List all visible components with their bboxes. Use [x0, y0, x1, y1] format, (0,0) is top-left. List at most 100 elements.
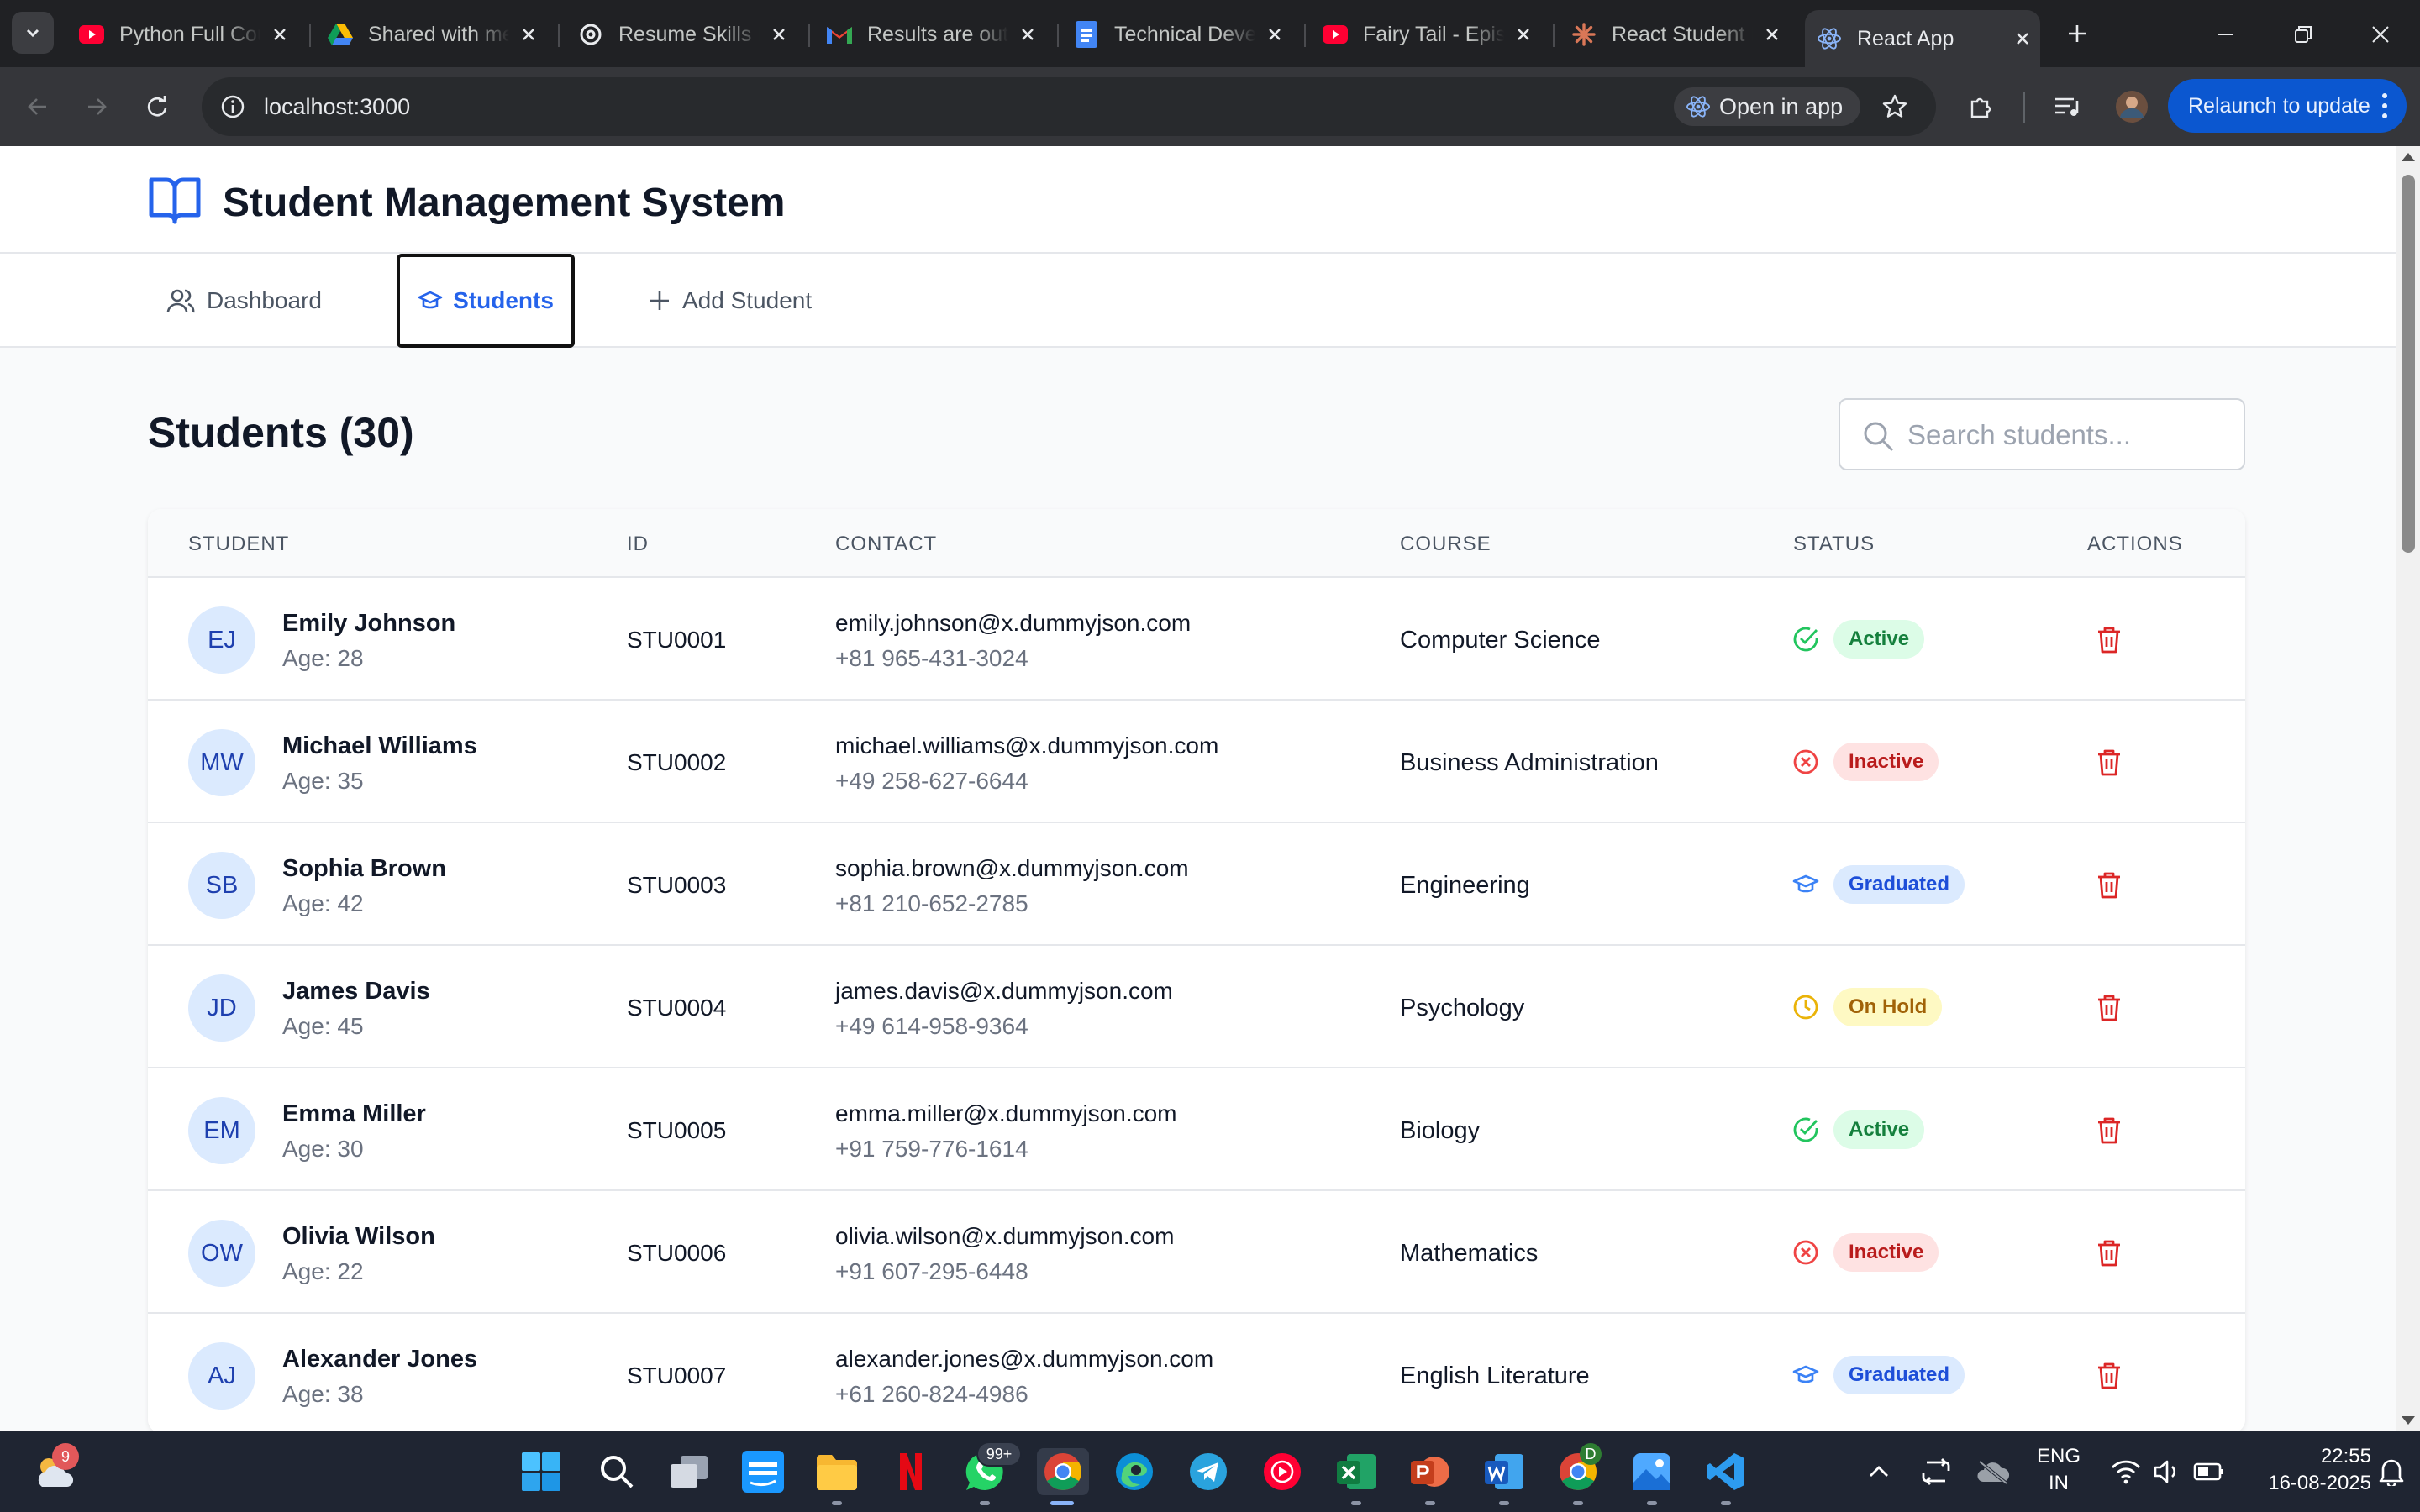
delete-button[interactable] [2092, 1114, 2126, 1147]
table-row[interactable]: EM Emma Miller Age: 30 STU0005 emma.mill… [148, 1067, 2245, 1189]
vscode-icon [1707, 1453, 1744, 1490]
nav-dashboard[interactable]: Dashboard [166, 254, 322, 348]
delete-button[interactable] [2092, 746, 2126, 780]
back-button[interactable] [17, 86, 59, 128]
scroll-down-arrow[interactable] [2402, 1416, 2415, 1425]
media-controls-button[interactable] [2047, 86, 2089, 128]
sync-tray-icon[interactable] [1918, 1448, 1954, 1495]
edge-app[interactable] [1111, 1448, 1158, 1495]
close-window-button[interactable] [2360, 13, 2402, 55]
task-view-icon [671, 1456, 708, 1488]
book-open-icon [149, 177, 201, 224]
whatsapp-app[interactable]: 99+ [961, 1441, 1022, 1505]
close-tab-icon[interactable] [766, 22, 792, 47]
close-tab-icon[interactable] [1760, 22, 1785, 47]
profile-avatar[interactable] [2111, 86, 2153, 128]
close-tab-icon[interactable] [516, 22, 541, 47]
delete-button[interactable] [2092, 623, 2126, 657]
address-bar[interactable]: localhost:3000 Open in app [202, 77, 1936, 136]
notifications-button[interactable] [2375, 1448, 2408, 1495]
language-indicator[interactable]: ENG IN [2030, 1443, 2087, 1497]
scroll-up-arrow[interactable] [2402, 153, 2415, 161]
close-tab-icon[interactable] [267, 22, 292, 47]
relaunch-to-update-button[interactable]: Relaunch to update [2168, 79, 2407, 133]
clock[interactable]: 22:55 16-08-2025 [2262, 1443, 2371, 1497]
search-taskbar-button[interactable] [593, 1448, 640, 1495]
delete-button[interactable] [2092, 1236, 2126, 1270]
delete-button[interactable] [2092, 869, 2126, 902]
excel-app[interactable] [1333, 1448, 1380, 1505]
tab-shared-with-me[interactable]: Shared with me [328, 13, 548, 55]
close-tab-icon[interactable] [1511, 22, 1536, 47]
quick-settings-button[interactable] [2101, 1448, 2235, 1495]
forward-button[interactable] [76, 86, 118, 128]
chrome-app-active[interactable] [1037, 1448, 1089, 1505]
telegram-app[interactable] [1185, 1448, 1232, 1495]
tab-results-are-out[interactable]: Results are out [827, 13, 1047, 55]
student-email: emma.miller@x.dummyjson.com [835, 1100, 1177, 1126]
prime-video-app[interactable] [739, 1448, 786, 1495]
avatar: EJ [188, 606, 255, 674]
tab-resume-skills[interactable]: Resume Skills Feedback [578, 13, 798, 55]
nav-add-student[interactable]: Add Student [649, 254, 812, 348]
trash-icon [2098, 749, 2120, 776]
restore-icon [2295, 26, 2312, 43]
column-header-contact: CONTACT [835, 533, 938, 555]
student-id: STU0003 [627, 872, 727, 898]
youtube-music-app[interactable] [1259, 1448, 1306, 1495]
tab-react-student[interactable]: React Student Management [1571, 13, 1791, 55]
tab-technical-development[interactable]: Technical Development [1074, 13, 1294, 55]
close-tab-icon[interactable] [1015, 22, 1040, 47]
app-header: Student Management System [0, 146, 2396, 254]
puzzle-icon [1970, 97, 1991, 118]
tab-fairy-tail[interactable]: Fairy Tail - Episode [1323, 13, 1543, 55]
photos-app[interactable] [1628, 1448, 1676, 1505]
table-row[interactable]: AJ Alexander Jones Age: 38 STU0007 alexa… [148, 1312, 2245, 1433]
site-info-icon[interactable] [212, 86, 254, 128]
more-vert-icon[interactable] [2381, 92, 2388, 119]
tab-separator [558, 24, 560, 47]
powerpoint-app[interactable] [1407, 1448, 1454, 1505]
restore-button[interactable] [2282, 13, 2324, 55]
word-app[interactable] [1481, 1448, 1528, 1505]
page-scrollbar[interactable] [2396, 146, 2420, 1431]
check-circle-icon [1793, 1117, 1818, 1142]
task-view-button[interactable] [666, 1448, 713, 1495]
delete-button[interactable] [2092, 991, 2126, 1025]
tab-separator [808, 24, 810, 47]
delete-button[interactable] [2092, 1359, 2126, 1393]
onedrive-tray-icon[interactable] [1975, 1448, 2012, 1495]
scrollbar-thumb[interactable] [2402, 175, 2415, 553]
new-tab-button[interactable] [2060, 17, 2094, 50]
tab-python-course[interactable]: Python Full Course [79, 13, 299, 55]
search-box[interactable] [1839, 398, 2245, 470]
minimize-button[interactable] [2205, 13, 2247, 55]
react-icon [1686, 96, 1710, 118]
tab-react-app-active[interactable]: React App [1805, 10, 2040, 67]
bookmark-star-icon[interactable] [1874, 86, 1916, 128]
file-explorer-app[interactable] [813, 1448, 860, 1505]
vscode-app[interactable] [1702, 1448, 1749, 1505]
table-row[interactable]: OW Olivia Wilson Age: 22 STU0006 olivia.… [148, 1189, 2245, 1312]
extensions-button[interactable] [1960, 86, 2002, 128]
tab-react-app[interactable]: React App [1817, 18, 2037, 60]
show-hidden-icons-button[interactable] [1862, 1448, 1896, 1495]
student-course: Engineering [1400, 872, 1530, 899]
table-row[interactable]: JD James Davis Age: 45 STU0004 james.dav… [148, 944, 2245, 1067]
close-tab-icon[interactable] [1262, 22, 1287, 47]
weather-widget[interactable]: 9 [30, 1443, 79, 1495]
close-tab-icon[interactable] [2010, 26, 2035, 51]
tab-search-button[interactable] [12, 12, 54, 54]
nav-students[interactable]: Students [397, 254, 575, 348]
table-row[interactable]: MW Michael Williams Age: 35 STU0002 mich… [148, 699, 2245, 822]
table-row[interactable]: EJ Emily Johnson Age: 28 STU0001 emily.j… [148, 576, 2245, 699]
start-button[interactable] [518, 1448, 565, 1495]
url-text[interactable]: localhost:3000 [264, 94, 410, 120]
running-indicator [1721, 1501, 1731, 1505]
reload-button[interactable] [136, 86, 178, 128]
netflix-app[interactable] [887, 1448, 934, 1495]
search-input[interactable] [1907, 402, 2235, 469]
chrome-profile-app[interactable]: D [1555, 1443, 1602, 1505]
open-in-app-button[interactable]: Open in app [1674, 87, 1860, 126]
table-row[interactable]: SB Sophia Brown Age: 42 STU0003 sophia.b… [148, 822, 2245, 944]
